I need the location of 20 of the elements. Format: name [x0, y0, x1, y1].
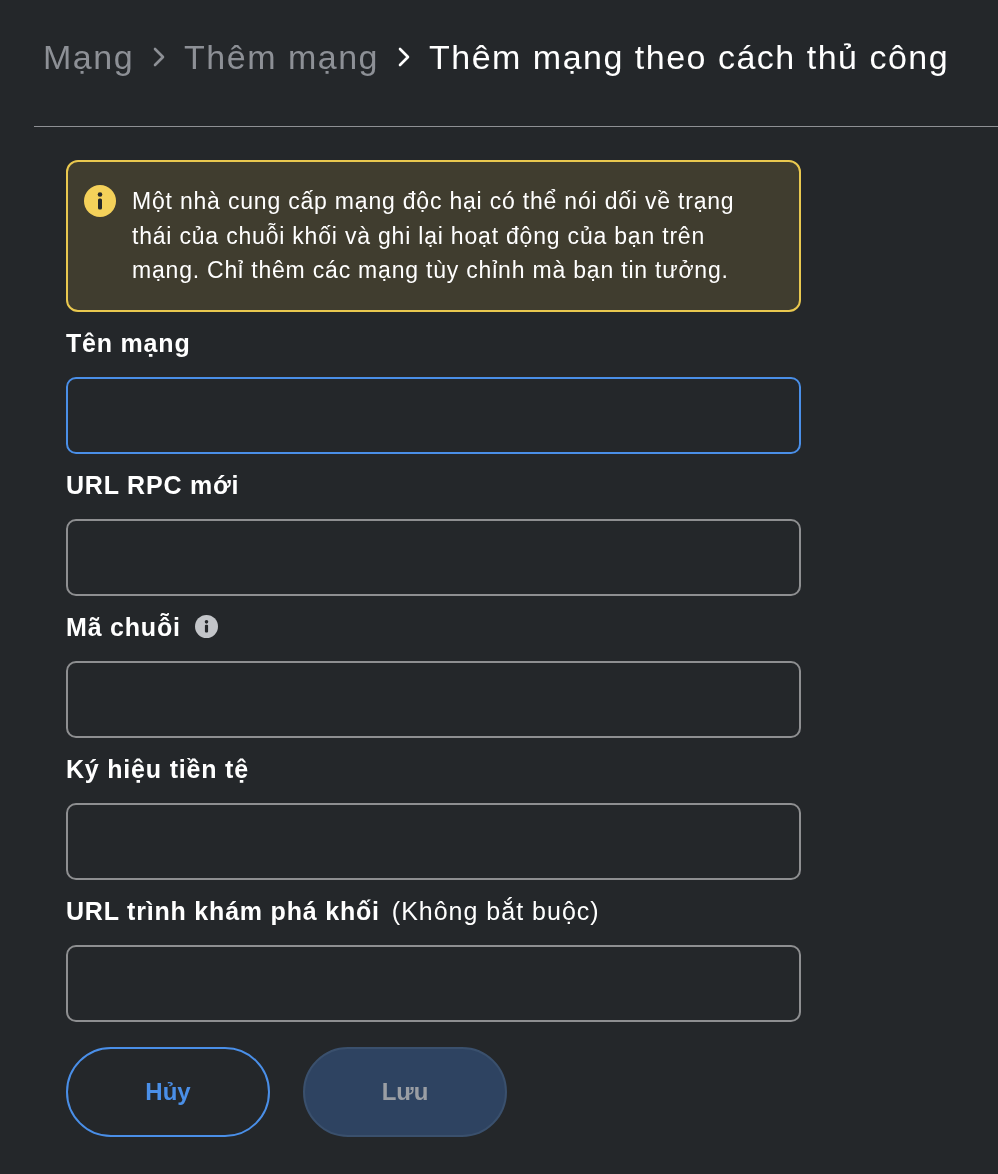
breadcrumb-item[interactable]: Thêm mạng: [184, 36, 379, 78]
warning-text: Một nhà cung cấp mạng độc hại có thể nói dối về trạng thái của chuỗi khối và ghi lại hoạt động của bạn trên mạng. Chỉ thêm các mạng tùy chỉnh mà bạn tin tưởng.: [132, 187, 736, 285]
input-field[interactable]: [66, 376, 801, 454]
input-field[interactable]: [66, 802, 801, 880]
input-field[interactable]: [66, 518, 801, 596]
optional-note: (Không bắt buộc): [391, 895, 600, 927]
cancel-button[interactable]: Hủy: [66, 1046, 270, 1137]
input-field[interactable]: [66, 944, 801, 1022]
breadcrumb-item[interactable]: Mạng: [43, 36, 135, 78]
field-label: Tên mạng: [66, 327, 191, 359]
field-label: URL trình khám phá khối: [66, 895, 380, 927]
breadcrumb-item: Thêm mạng theo cách thủ công: [428, 37, 950, 78]
chevron-right-icon: [396, 46, 411, 68]
field-label: Mã chuỗi: [66, 611, 181, 643]
input-field[interactable]: [66, 660, 801, 738]
chevron-right-icon: [152, 46, 167, 68]
field-label: URL RPC mới: [66, 469, 240, 501]
info-icon: [84, 185, 116, 217]
field-label: Ký hiệu tiền tệ: [66, 753, 249, 785]
info-icon[interactable]: [194, 615, 218, 638]
